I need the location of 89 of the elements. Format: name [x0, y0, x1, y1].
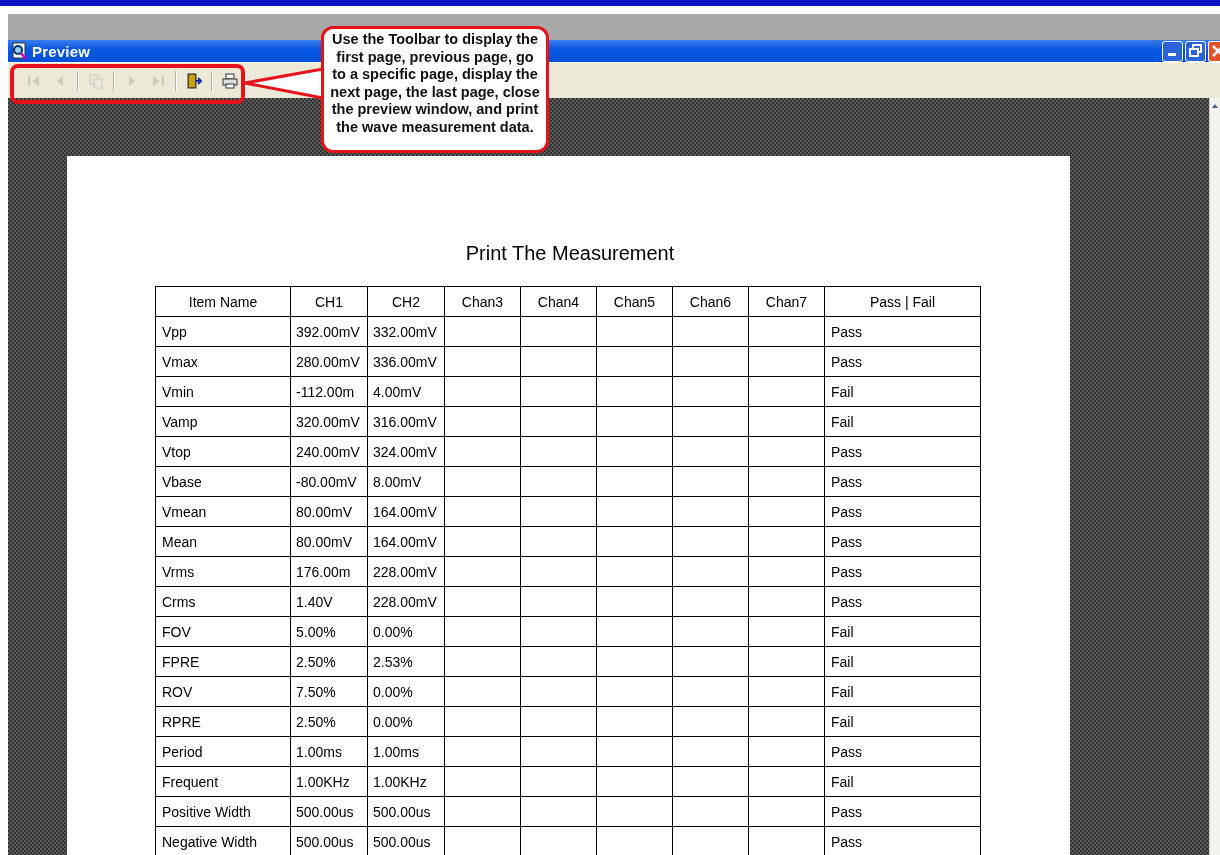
column-header: CH2	[367, 286, 445, 317]
table-cell: 228.00mV	[367, 556, 445, 587]
table-cell: Pass	[824, 316, 981, 347]
table-cell: Vmin	[155, 376, 291, 407]
column-header: Chan3	[444, 286, 521, 317]
table-cell: 280.00mV	[290, 346, 368, 377]
table-cell: Pass	[824, 796, 981, 827]
scroll-up-icon[interactable]	[1211, 102, 1219, 110]
table-cell: 324.00mV	[367, 436, 445, 467]
table-cell: Pass	[824, 436, 981, 467]
window-title: Preview	[32, 42, 91, 60]
table-cell: Positive Width	[155, 796, 291, 827]
table-cell: Vrms	[155, 556, 291, 587]
door-exit-icon[interactable]	[186, 72, 202, 89]
table-cell: Mean	[155, 526, 291, 557]
table-cell: Vmean	[155, 496, 291, 527]
table-cell: FOV	[155, 616, 291, 647]
table-cell: Vtop	[155, 436, 291, 467]
table-cell: Frequent	[155, 766, 291, 797]
close-button[interactable]	[1208, 40, 1220, 62]
table-cell: Fail	[824, 646, 981, 677]
table-cell: -112.00m	[290, 376, 368, 407]
table-cell: 1.00ms	[367, 736, 445, 767]
table-cell: Vmax	[155, 346, 291, 377]
column-header: Pass | Fail	[824, 286, 981, 317]
table-cell: Fail	[824, 376, 981, 407]
table-cell: 332.00mV	[367, 316, 445, 347]
close-icon[interactable]	[1210, 44, 1220, 58]
minimize-button[interactable]	[1162, 40, 1183, 62]
table-cell: 320.00mV	[290, 406, 368, 437]
table-cell: Pass	[824, 556, 981, 587]
table-cell: Vamp	[155, 406, 291, 437]
table-cell: 2.50%	[290, 706, 368, 737]
column-header: Chan4	[520, 286, 597, 317]
table-cell: Crms	[155, 586, 291, 617]
table-cell: 164.00mV	[367, 526, 445, 557]
table-cell: 500.00us	[367, 796, 445, 827]
table-cell: 228.00mV	[367, 586, 445, 617]
table-cell: 1.00ms	[290, 736, 368, 767]
table-cell: 1.00KHz	[290, 766, 368, 797]
table-cell: Fail	[824, 406, 981, 437]
table-cell: 316.00mV	[367, 406, 445, 437]
table-cell: 7.50%	[290, 676, 368, 707]
table-cell: Vbase	[155, 466, 291, 497]
table-cell: Pass	[824, 526, 981, 557]
table-cell: 1.00KHz	[367, 766, 445, 797]
column-header: Chan7	[748, 286, 825, 317]
table-cell: Fail	[824, 616, 981, 647]
table-cell: ROV	[155, 676, 291, 707]
table-cell: Period	[155, 736, 291, 767]
table-cell: Pass	[824, 586, 981, 617]
table-cell: Fail	[824, 766, 981, 797]
table-cell: Pass	[824, 496, 981, 527]
column-header: Chan5	[596, 286, 673, 317]
magnifier-page-icon	[10, 42, 28, 60]
printer-icon[interactable]	[222, 72, 238, 89]
column-header: CH1	[290, 286, 368, 317]
table-cell: 1.40V	[290, 586, 368, 617]
table-cell: Pass	[824, 346, 981, 377]
table-cell: 4.00mV	[367, 376, 445, 407]
table-cell: 80.00mV	[290, 496, 368, 527]
vertical-scrollbar[interactable]	[1209, 98, 1220, 855]
column-header: Item Name	[155, 286, 291, 317]
table-cell: 0.00%	[367, 616, 445, 647]
table-cell: Pass	[824, 736, 981, 767]
table-cell: 0.00%	[367, 706, 445, 737]
table-cell: RPRE	[155, 706, 291, 737]
callout-text: Use the Toolbar to display the first page, previous page, go to a specific page, display the next page, the last page, close the preview window, and print the wave measurement data.	[321, 26, 549, 153]
table-cell: 336.00mV	[367, 346, 445, 377]
table-cell: Negative Width	[155, 826, 291, 855]
table-cell: FPRE	[155, 646, 291, 677]
table-cell: Fail	[824, 706, 981, 737]
table-cell: 0.00%	[367, 676, 445, 707]
table-cell: Vpp	[155, 316, 291, 347]
table-cell: 80.00mV	[290, 526, 368, 557]
table-cell: -80.00mV	[290, 466, 368, 497]
table-cell: 392.00mV	[290, 316, 368, 347]
table-cell: 2.50%	[290, 646, 368, 677]
table-cell: 5.00%	[290, 616, 368, 647]
column-header: Chan6	[672, 286, 749, 317]
table-cell: Fail	[824, 676, 981, 707]
table-cell: 2.53%	[367, 646, 445, 677]
table-cell: 500.00us	[290, 796, 368, 827]
table-cell: 8.00mV	[367, 466, 445, 497]
report-title: Print The Measurement	[464, 242, 676, 266]
table-cell: 164.00mV	[367, 496, 445, 527]
table-cell: 240.00mV	[290, 436, 368, 467]
table-cell: Pass	[824, 466, 981, 497]
table-cell: 176.00m	[290, 556, 368, 587]
